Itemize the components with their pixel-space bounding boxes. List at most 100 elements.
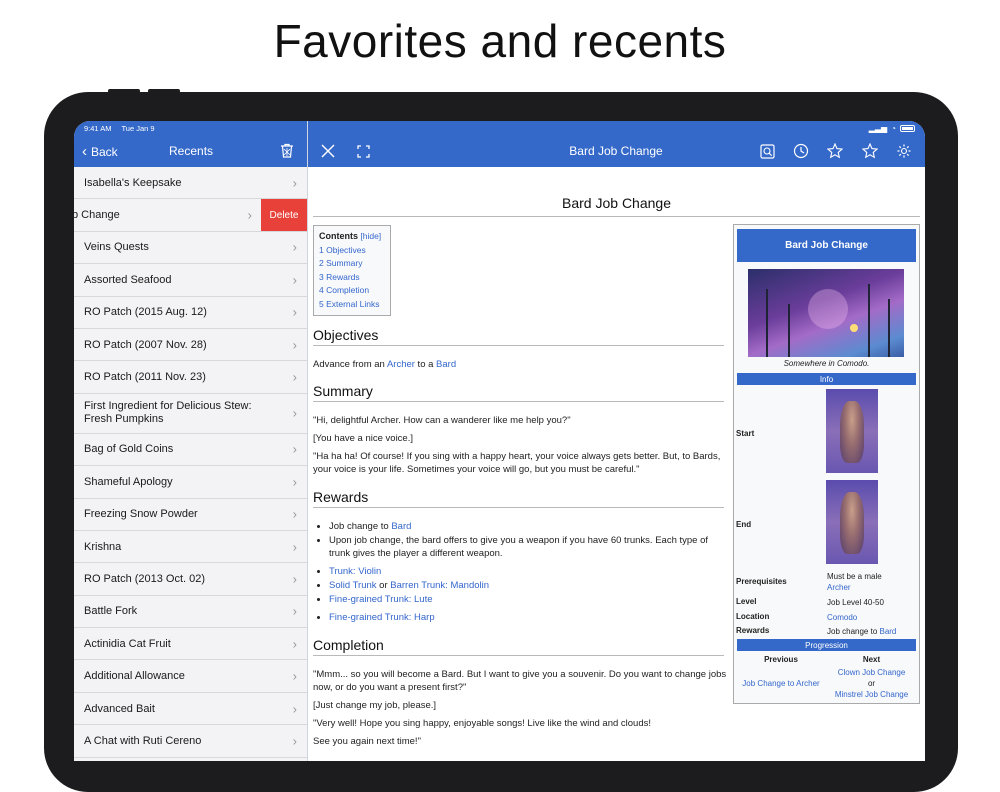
list-item-label: Shameful Apology — [84, 475, 173, 488]
toc-hide-link[interactable]: [hide] — [360, 231, 381, 241]
location-label: Location — [736, 612, 770, 621]
back-label: Back — [91, 144, 118, 159]
list-item-label: Actinidia Cat Fruit — [84, 637, 171, 650]
archer-link[interactable]: Archer — [827, 583, 851, 592]
list-item-label: Bag of Gold Coins — [84, 443, 174, 456]
text: to a — [414, 359, 437, 370]
star-icon[interactable] — [826, 142, 844, 160]
list-item-label: Freezing Snow Powder — [84, 508, 198, 521]
level-label: Level — [736, 597, 757, 606]
harp-link[interactable]: Fine-grained Trunk: Harp — [329, 612, 435, 623]
comodo-link[interactable]: Comodo — [827, 613, 857, 622]
end-label: End — [736, 520, 752, 529]
list-item-label: Veins Quests — [84, 241, 149, 254]
list-item: Solid Trunk or Barren Trunk: Mandolin — [329, 579, 723, 592]
npc-figure — [840, 492, 864, 554]
glow — [808, 289, 848, 329]
favorites-star-icon[interactable] — [861, 142, 879, 160]
status-icons: ▂▃▅ ◔ — [869, 124, 915, 133]
list-item-swiped[interactable]: b Change › Delete — [74, 199, 307, 232]
list-item[interactable]: RO Patch (2013 Oct. 02) › — [74, 563, 307, 596]
list-item[interactable]: RO Patch (2011 Nov. 23) › — [74, 361, 307, 394]
headline: Favorites and recents — [273, 15, 727, 67]
text: Advance from an — [313, 359, 387, 370]
list-item[interactable]: Battle Fork › — [74, 595, 307, 629]
list-item[interactable]: RO Patch (2007 Nov. 28) › — [74, 328, 307, 362]
recents-list: Isabella's Keepsake › b Change › Delete Vei… — [74, 167, 307, 761]
section-heading: Completion — [313, 637, 724, 656]
section-heading: Objectives — [313, 327, 724, 346]
toc-item[interactable]: 3 Rewards — [319, 272, 360, 282]
list-item[interactable]: Additional Allowance › — [74, 660, 307, 693]
gear-icon[interactable] — [895, 142, 913, 160]
list-item: Trunk: Violin — [329, 565, 723, 578]
list-item[interactable]: A Chat with Ruti Cereno › — [74, 725, 307, 758]
toc-item[interactable]: 4 Completion — [319, 285, 369, 295]
list-item: Fine-grained Trunk: Harp — [329, 611, 723, 624]
trunk-link[interactable]: Trunk: Violin — [329, 566, 381, 577]
find-in-page-icon[interactable] — [758, 142, 776, 160]
level-value: Job Level 40-50 — [827, 598, 884, 607]
toc-item[interactable]: 2 Summary — [319, 258, 362, 268]
list-item[interactable]: Bag of Gold Coins › — [74, 433, 307, 467]
mandolin-link[interactable]: : Mandolin — [445, 580, 489, 591]
toc-item[interactable]: 5 External Links — [319, 299, 379, 309]
palm — [766, 289, 768, 357]
list-item[interactable]: Freezing Snow Powder › — [74, 498, 307, 531]
list-item[interactable]: Actinidia Cat Fruit › — [74, 628, 307, 661]
chevron-right-icon: › — [292, 369, 297, 385]
fullscreen-icon[interactable] — [354, 142, 372, 160]
chevron-right-icon: › — [292, 175, 297, 191]
list-item[interactable]: Assorted Seafood › — [74, 264, 307, 297]
objectives-text: Advance from an Archer to a Bard — [313, 358, 728, 371]
toc-item[interactable]: 1 Objectives — [319, 245, 366, 255]
list-item[interactable]: Advanced Bait › — [74, 692, 307, 726]
sidebar-title: Recents — [169, 144, 214, 158]
palm — [788, 304, 790, 357]
clown-job-link[interactable]: Clown Job Change — [838, 668, 906, 677]
chevron-left-icon: ‹ — [82, 143, 87, 160]
list-item-label: RO Patch (2011 Nov. 23) — [84, 371, 206, 384]
list-item: Fine-grained Trunk: Lute — [329, 593, 723, 606]
signal-icon: ▂▃▅ — [868, 124, 888, 133]
bard-link[interactable]: Bard — [391, 521, 411, 532]
list-item: Job change to Bard — [329, 520, 723, 533]
barren-trunk-link[interactable]: Barren Trunk — [390, 580, 445, 591]
list-item[interactable]: First Ingredient for Delicious Stew: Fre… — [74, 393, 307, 434]
chevron-right-icon: › — [292, 636, 297, 652]
page-title: Bard Job Change — [569, 144, 663, 158]
palm — [868, 284, 870, 357]
list-item[interactable]: Krishna › — [74, 530, 307, 564]
light — [850, 324, 858, 332]
chevron-right-icon: › — [292, 337, 297, 353]
rewards-list: Job change to Bard Upon job change, the … — [323, 520, 723, 561]
section-heading: Rewards — [313, 489, 724, 508]
back-button[interactable]: ‹ Back — [82, 143, 118, 160]
list-item[interactable]: RO Patch (2015 Aug. 12) › — [74, 296, 307, 329]
list-item[interactable]: Isabella's Keepsake › — [74, 167, 307, 200]
list-item[interactable]: Shameful Apology › — [74, 466, 307, 499]
list-item: Upon job change, the bard offers to give… — [329, 534, 723, 560]
paragraph: [You have a nice voice.] — [313, 433, 413, 444]
history-icon[interactable] — [792, 142, 810, 160]
chevron-right-icon: › — [292, 603, 297, 619]
text: Must be a male — [827, 572, 882, 581]
delete-button[interactable]: Delete — [261, 199, 307, 231]
npc-figure — [840, 401, 864, 463]
lute-link[interactable]: Fine-grained Trunk: Lute — [329, 594, 433, 605]
close-icon[interactable] — [319, 142, 337, 160]
list-item-label: Assorted Seafood — [84, 273, 172, 286]
bard-link[interactable]: Bard — [436, 359, 456, 370]
archer-link[interactable]: Archer — [387, 359, 415, 370]
trash-icon[interactable] — [280, 143, 294, 158]
previous-job-link[interactable]: Job Change to Archer — [742, 679, 819, 688]
list-item[interactable]: Veins Quests › — [74, 231, 307, 265]
solid-trunk-link[interactable]: Solid Trunk — [329, 580, 377, 591]
minstrel-job-link[interactable]: Minstrel Job Change — [835, 690, 908, 699]
previous-label: Previous — [764, 655, 798, 664]
bard-link[interactable]: Bard — [879, 627, 896, 636]
text: Job change to — [827, 627, 880, 636]
chevron-right-icon: › — [292, 701, 297, 717]
prereq-label: Prerequisites — [736, 577, 787, 586]
status-bar: 9:41 AM Tue Jan 9 — [84, 124, 163, 133]
